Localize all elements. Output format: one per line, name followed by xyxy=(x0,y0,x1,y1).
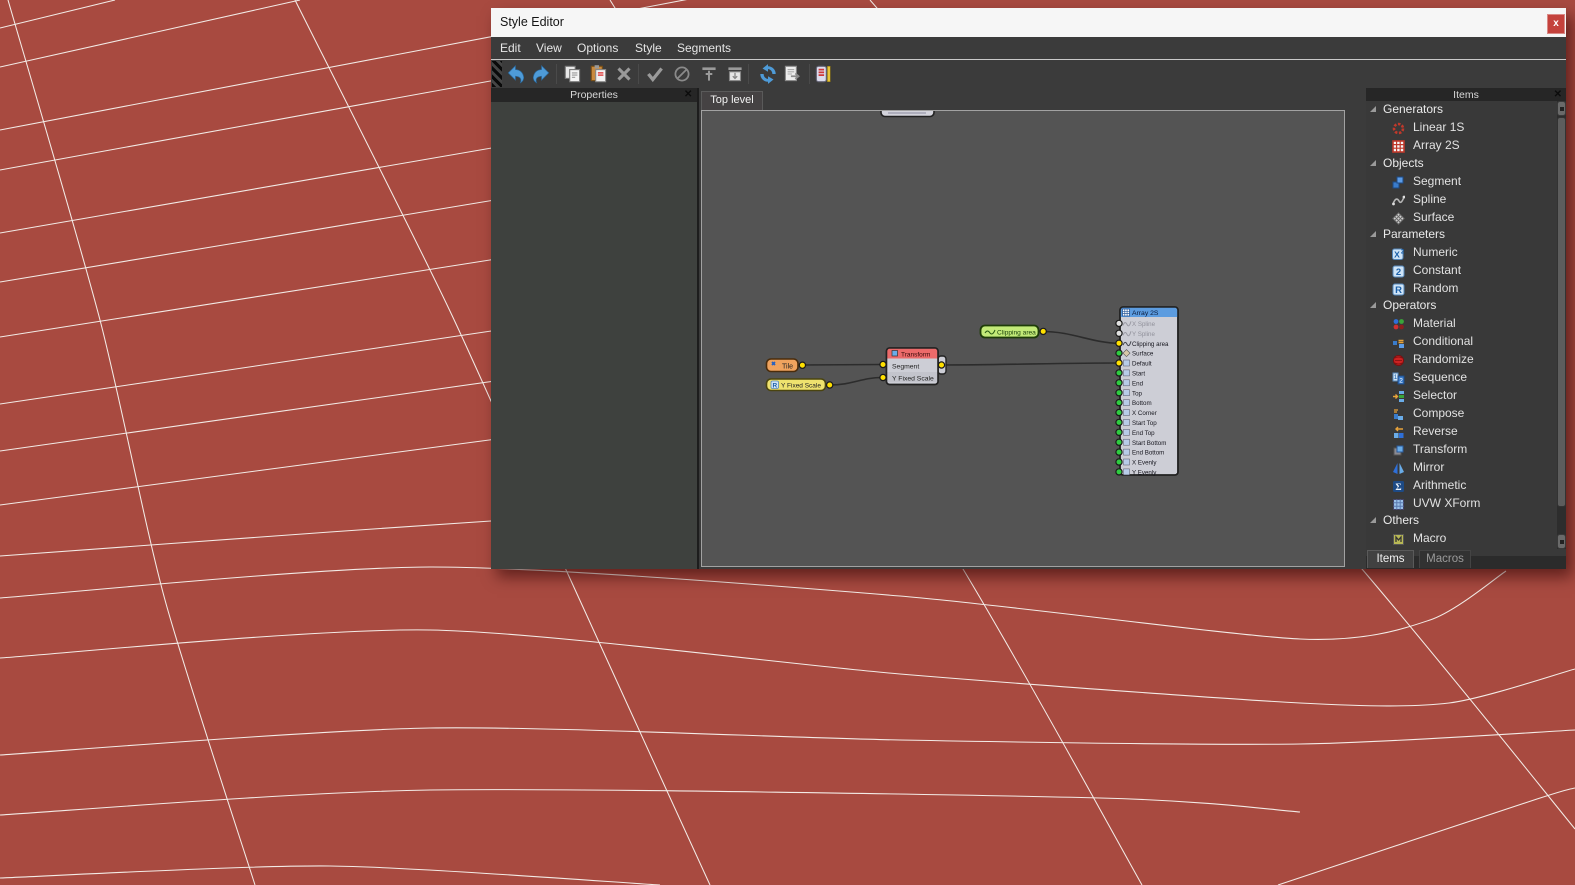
svg-text:X Spline: X Spline xyxy=(1132,321,1156,328)
svg-text:Array 2S: Array 2S xyxy=(1132,310,1159,317)
svg-text:2: 2 xyxy=(1396,267,1401,278)
svg-text:Default: Default xyxy=(1132,361,1152,368)
svg-text:X Evenly: X Evenly xyxy=(1132,460,1157,467)
svg-text:Segment: Segment xyxy=(892,363,919,370)
svg-text:2: 2 xyxy=(1399,378,1403,385)
svg-text:X Corner: X Corner xyxy=(1132,410,1157,417)
svg-text:Start Bottom: Start Bottom xyxy=(1132,440,1166,447)
svg-text:Y Spline: Y Spline xyxy=(1132,331,1155,338)
svg-text:End Top: End Top xyxy=(1132,430,1155,437)
svg-text:Y Fixed Scale: Y Fixed Scale xyxy=(781,382,821,389)
svg-text:End Bottom: End Bottom xyxy=(1132,450,1164,457)
svg-text:Clipping area: Clipping area xyxy=(997,329,1036,336)
svg-text:Clipping area: Clipping area xyxy=(1132,341,1169,348)
svg-text:R: R xyxy=(772,383,777,390)
svg-text:Transform: Transform xyxy=(901,351,930,358)
svg-text:Top: Top xyxy=(1132,390,1143,397)
svg-text:Surface: Surface xyxy=(1132,351,1154,358)
svg-text:Y Evenly: Y Evenly xyxy=(1132,470,1157,477)
svg-text:Tile: Tile xyxy=(782,364,793,371)
svg-text:Y Fixed Scale: Y Fixed Scale xyxy=(892,375,934,382)
svg-text:End: End xyxy=(1132,380,1144,387)
svg-text:2: 2 xyxy=(1401,250,1405,256)
svg-text:Start: Start xyxy=(1132,371,1145,378)
svg-text:Σ: Σ xyxy=(1395,483,1401,493)
svg-text:Bottom: Bottom xyxy=(1132,400,1152,407)
svg-text:X: X xyxy=(1394,250,1400,260)
svg-text:Start Top: Start Top xyxy=(1132,420,1157,427)
svg-text:R: R xyxy=(1395,285,1402,296)
svg-text:1: 1 xyxy=(1394,374,1398,381)
